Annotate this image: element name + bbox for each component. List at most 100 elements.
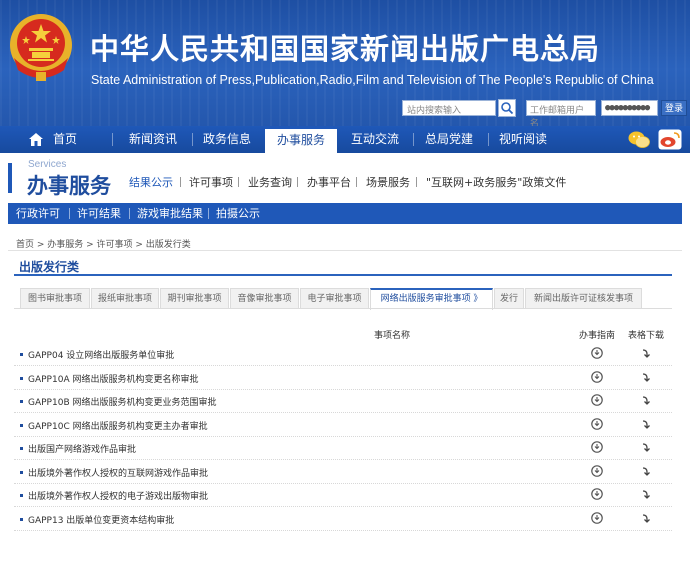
row-item-name[interactable]: GAPP13 出版单位变更资本结构审批 — [28, 513, 174, 526]
guide-icon[interactable] — [591, 464, 603, 477]
column-header-name: 事项名称 — [374, 331, 411, 341]
nav-divider — [488, 133, 489, 146]
table-row: GAPP13 出版单位变更资本结构审批 — [14, 508, 672, 531]
username-input[interactable]: 工作邮箱用户名 — [526, 100, 596, 126]
services-link-results[interactable]: 结果公示 — [129, 174, 173, 190]
row-item-name[interactable]: 出版境外著作权人授权的互联网游戏作品审批 — [28, 466, 208, 479]
guide-icon[interactable] — [591, 441, 603, 453]
services-link-permits[interactable]: 许可事项 — [189, 174, 233, 190]
tab-online-publishing[interactable]: 网络出版服务审批事项 》 — [370, 288, 493, 310]
nav-item-av-reading[interactable]: 视听阅读 — [492, 126, 554, 153]
row-bullet — [20, 494, 23, 497]
nav-item-gov-info[interactable]: 政务信息 — [196, 126, 258, 153]
row-bullet — [20, 517, 23, 521]
table-row: GAPP10C 网络出版服务机构变更主办者审批 — [14, 414, 672, 437]
link-divider — [297, 177, 298, 187]
sub-nav-filming-notice[interactable]: 拍摄公示 — [216, 203, 260, 224]
tab-newspaper[interactable]: 报纸审批事项 — [91, 288, 159, 309]
link-divider — [238, 177, 239, 187]
row-bullet — [20, 423, 23, 427]
breadcrumb[interactable]: 首页 > 办事服务 > 许可事项 > 出版发行类 — [16, 237, 191, 250]
tab-electronic[interactable]: 电子审批事项 — [300, 288, 369, 309]
national-emblem-icon — [10, 14, 72, 81]
row-item-name[interactable]: 出版境外著作权人授权的电子游戏出版物审批 — [28, 489, 208, 502]
download-icon[interactable] — [641, 489, 651, 499]
tab-baseline — [14, 308, 672, 309]
row-bullet — [20, 376, 23, 380]
guide-icon[interactable] — [591, 488, 603, 500]
download-icon[interactable] — [641, 513, 651, 523]
weibo-icon[interactable] — [658, 129, 682, 150]
password-input[interactable]: ●●●●●●●●●● — [601, 100, 658, 116]
guide-icon[interactable] — [591, 511, 603, 524]
row-item-name[interactable]: 出版国产网络游戏作品审批 — [28, 442, 136, 455]
site-title: 中华人民共和国国家新闻出版广电总局 — [90, 32, 601, 66]
tab-audio-video[interactable]: 音像审批事项 — [230, 288, 299, 309]
tab-distribution[interactable]: 发行 — [494, 288, 524, 309]
nav-item-news[interactable]: 新闻资讯 — [122, 126, 184, 153]
site-header: 中华人民共和国国家新闻出版广电总局 State Administration o… — [0, 0, 690, 126]
sub-nav-divider — [69, 208, 70, 219]
section-title: 办事服务 — [27, 174, 111, 198]
row-bullet — [20, 447, 23, 450]
download-icon[interactable] — [641, 419, 651, 429]
login-button[interactable]: 登录 — [661, 100, 687, 116]
search-input[interactable]: 站内搜索输入 — [402, 100, 496, 116]
services-link-policy[interactable]: "互联网+政务服务"政策文件 — [426, 174, 566, 190]
table-row: GAPP10A 网络出版服务机构变更名称审批 — [14, 367, 672, 390]
link-divider — [416, 177, 417, 187]
nav-divider — [112, 133, 113, 146]
page-title-underline — [14, 274, 672, 276]
link-divider — [180, 177, 181, 187]
column-header-guide: 办事指南 — [579, 331, 616, 341]
row-item-name[interactable]: GAPP10C 网络出版服务机构变更主办者审批 — [28, 419, 208, 432]
tab-book[interactable]: 图书审批事项 — [20, 288, 90, 309]
section-accent-bar — [8, 163, 12, 193]
tab-periodical[interactable]: 期刊审批事项 — [160, 288, 229, 309]
nav-item-party[interactable]: 总局党建 — [418, 126, 480, 153]
site-subtitle: State Administration of Press,Publicatio… — [91, 73, 654, 87]
main-nav: 首页 新闻资讯 政务信息 办事服务 互动交流 总局党建 视听阅读 — [0, 126, 690, 153]
services-link-query[interactable]: 业务查询 — [248, 174, 292, 190]
home-icon — [29, 133, 43, 146]
sub-nav-divider — [129, 208, 130, 219]
search-button[interactable] — [498, 99, 516, 117]
breadcrumb-divider — [8, 250, 682, 251]
services-link-scenes[interactable]: 场景服务 — [366, 174, 410, 190]
guide-icon[interactable] — [591, 370, 603, 383]
download-icon[interactable] — [641, 442, 651, 452]
table-row: 出版境外著作权人授权的电子游戏出版物审批 — [14, 484, 672, 507]
nav-divider — [192, 133, 193, 146]
row-item-name[interactable]: GAPP10A 网络出版服务机构变更名称审批 — [28, 372, 198, 385]
nav-item-home[interactable]: 首页 — [46, 126, 84, 153]
download-icon[interactable] — [641, 348, 651, 358]
sub-nav-game-approval[interactable]: 游戏审批结果 — [137, 203, 203, 224]
nav-item-services[interactable]: 办事服务 — [265, 126, 337, 153]
download-icon[interactable] — [641, 372, 651, 382]
table-row: GAPP04 设立网络出版服务单位审批 — [14, 343, 672, 366]
tab-license-issuance[interactable]: 新闻出版许可证核发事项 — [525, 288, 642, 309]
guide-icon[interactable] — [591, 417, 603, 430]
search-icon — [501, 102, 514, 115]
row-bullet — [20, 353, 23, 356]
table-row: GAPP10B 网络出版服务机构变更业务范围审批 — [14, 390, 672, 413]
sub-nav-divider — [208, 208, 209, 219]
row-item-name[interactable]: GAPP04 设立网络出版服务单位审批 — [28, 348, 174, 361]
download-icon[interactable] — [641, 466, 651, 476]
column-header-download: 表格下载 — [628, 331, 665, 341]
guide-icon[interactable] — [591, 347, 603, 359]
services-link-platform[interactable]: 办事平台 — [307, 174, 351, 190]
row-bullet — [20, 400, 23, 403]
sub-nav-permit-result[interactable]: 许可结果 — [77, 203, 121, 224]
row-bullet — [20, 470, 23, 474]
wechat-icon[interactable] — [628, 130, 650, 149]
guide-icon[interactable] — [591, 394, 603, 406]
download-icon[interactable] — [641, 395, 651, 405]
table-row: 出版国产网络游戏作品审批 — [14, 437, 672, 460]
nav-item-interaction[interactable]: 互动交流 — [344, 126, 406, 153]
nav-divider — [413, 133, 414, 146]
row-item-name[interactable]: GAPP10B 网络出版服务机构变更业务范围审批 — [28, 395, 216, 408]
table-row: 出版境外著作权人授权的互联网游戏作品审批 — [14, 461, 672, 484]
section-en-label: Services — [28, 159, 67, 170]
sub-nav-admin-permit[interactable]: 行政许可 — [16, 203, 60, 224]
